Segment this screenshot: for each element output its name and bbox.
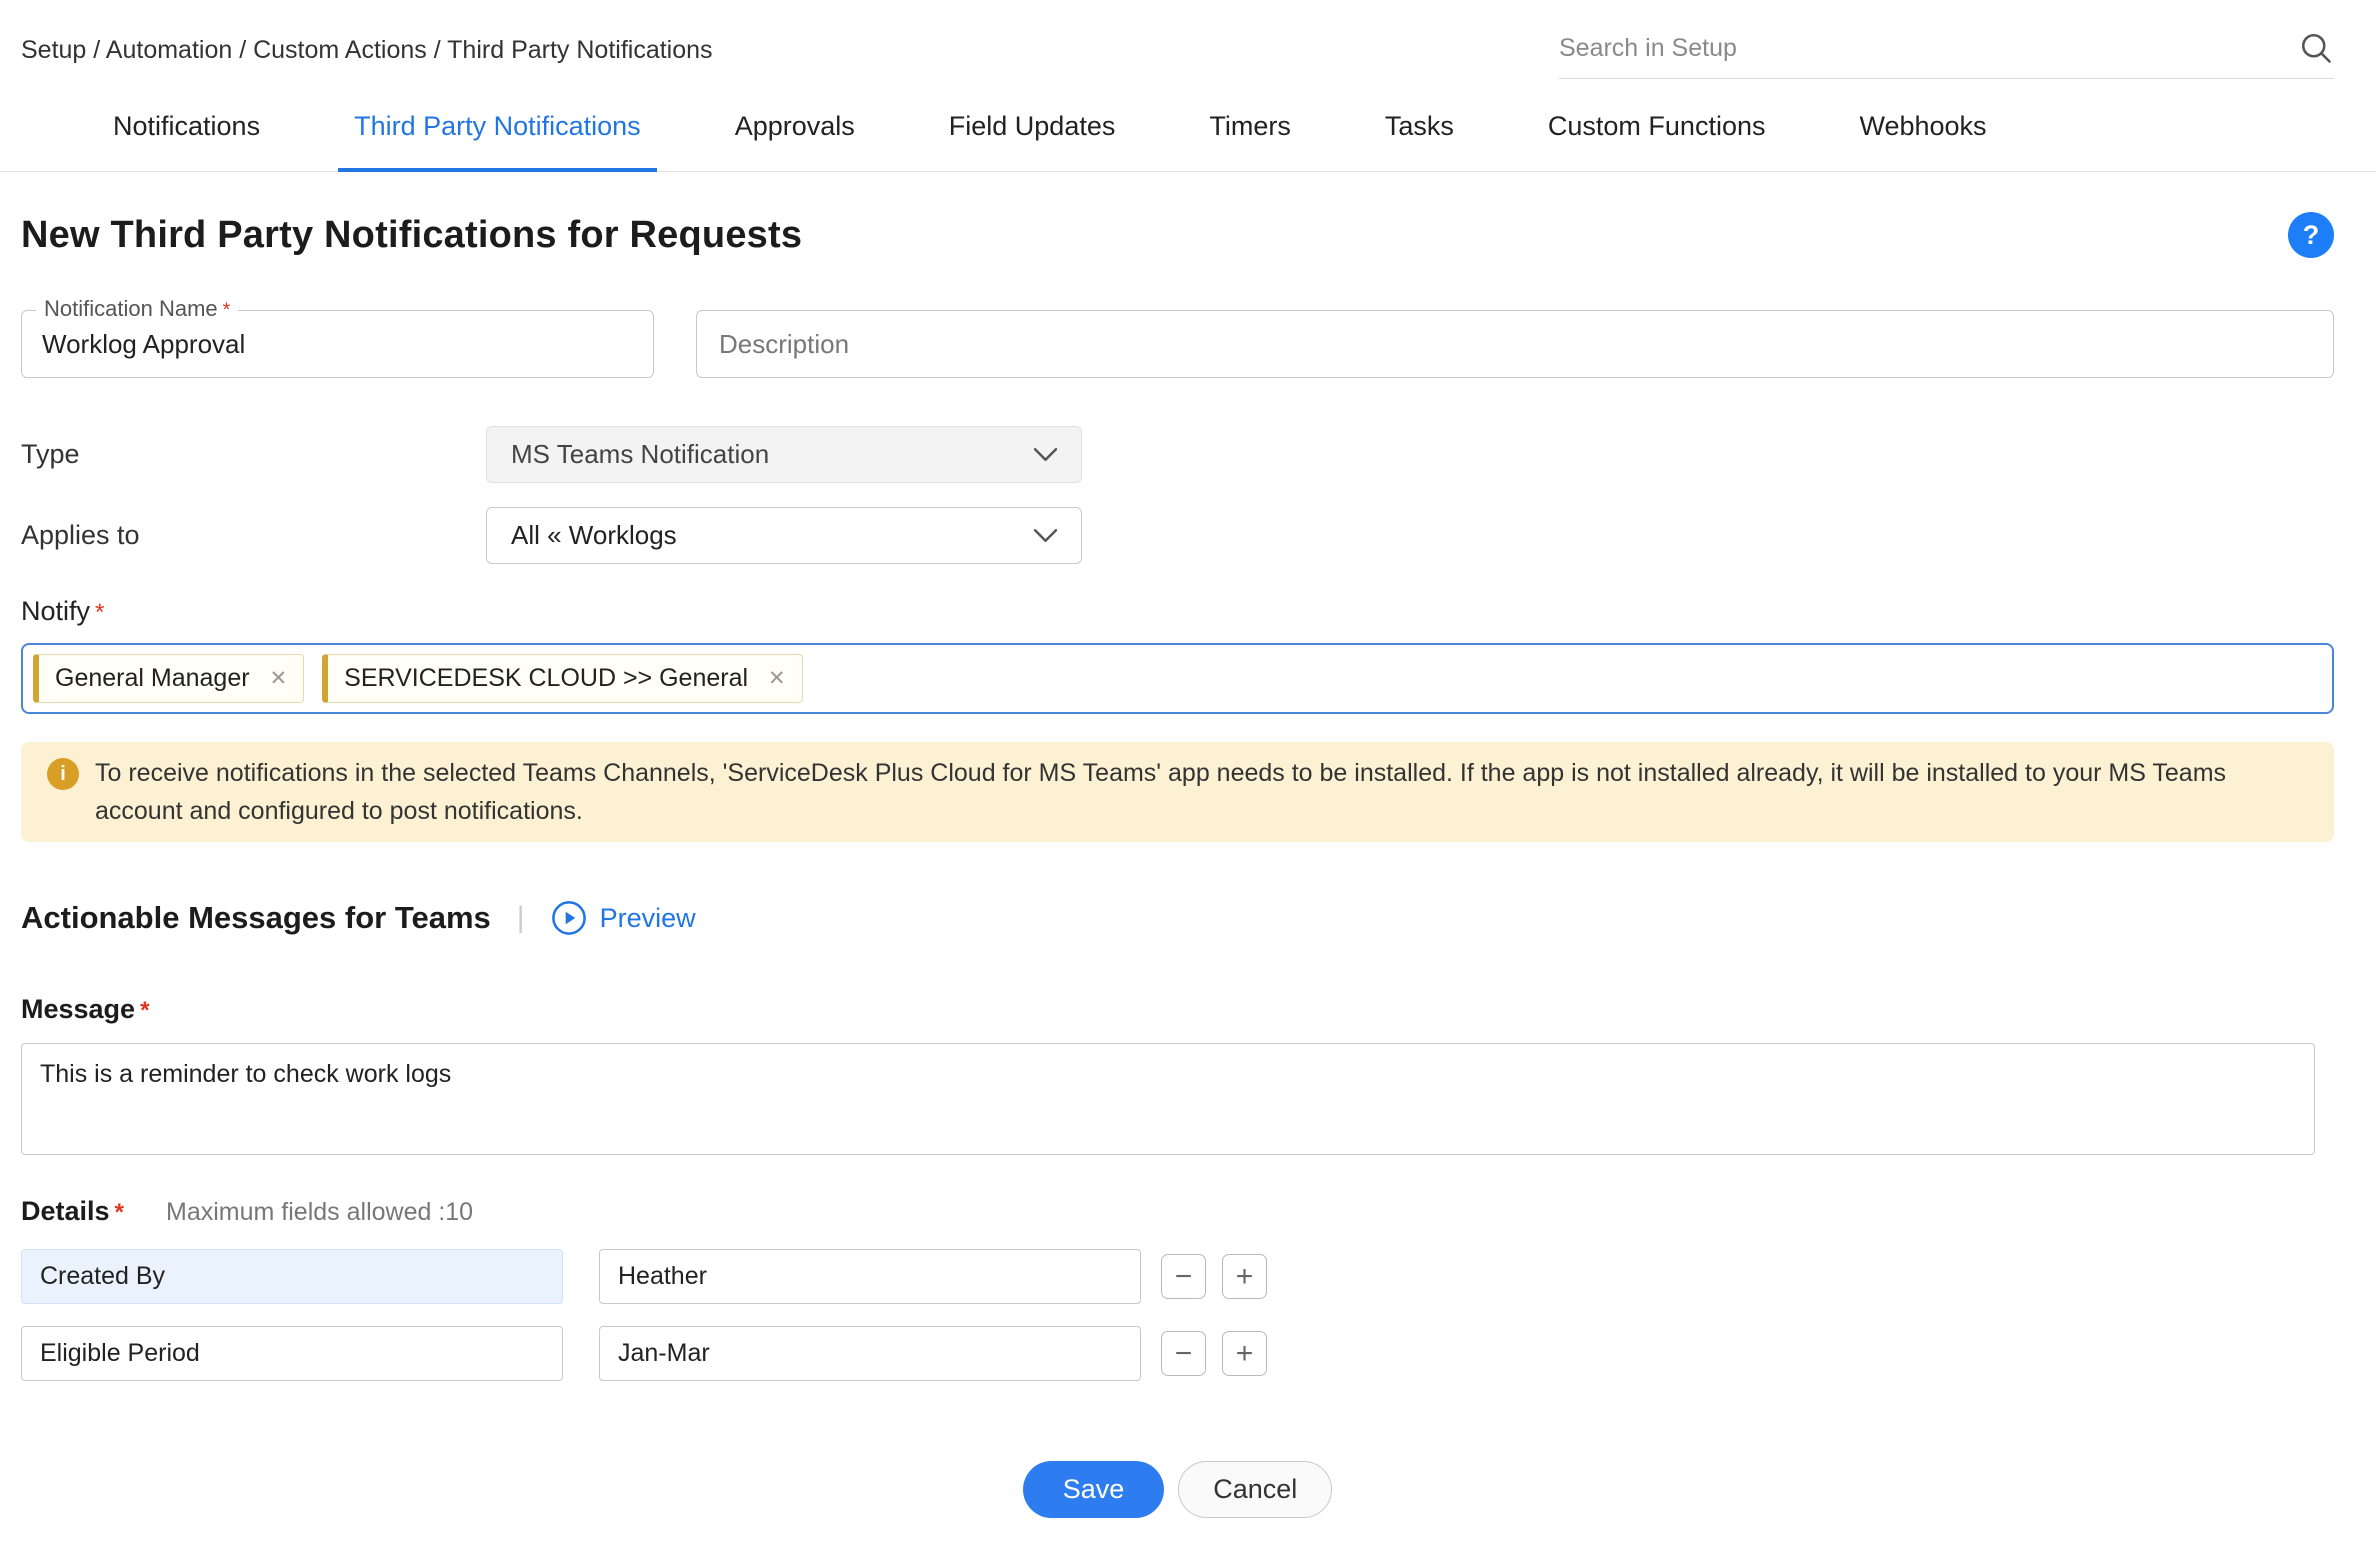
actionable-messages-section: Actionable Messages for Teams | Preview bbox=[21, 900, 2334, 936]
detail-row: − + bbox=[21, 1249, 2334, 1304]
name-description-row: Notification Name* bbox=[21, 310, 2334, 378]
breadcrumb[interactable]: Setup / Automation / Custom Actions / Th… bbox=[21, 36, 713, 79]
info-icon: i bbox=[47, 758, 79, 790]
detail-field-input[interactable] bbox=[21, 1326, 563, 1381]
notify-label: Notify* bbox=[21, 596, 2334, 627]
top-bar: Setup / Automation / Custom Actions / Th… bbox=[0, 0, 2376, 79]
notification-name-field: Notification Name* bbox=[21, 310, 654, 378]
tab-tasks[interactable]: Tasks bbox=[1369, 111, 1470, 171]
description-field bbox=[696, 310, 2334, 378]
notify-multiselect[interactable]: General Manager ✕ SERVICEDESK CLOUD >> G… bbox=[21, 643, 2334, 714]
detail-value-input[interactable] bbox=[599, 1326, 1141, 1381]
chip-remove-icon[interactable]: ✕ bbox=[768, 666, 786, 691]
tab-third-party-notifications[interactable]: Third Party Notifications bbox=[338, 111, 657, 172]
detail-value-input[interactable] bbox=[599, 1249, 1141, 1304]
setup-search[interactable] bbox=[1559, 30, 2334, 79]
search-input[interactable] bbox=[1559, 34, 2298, 63]
play-icon bbox=[551, 900, 587, 936]
type-label: Type bbox=[21, 439, 486, 470]
required-asterisk: * bbox=[115, 1199, 124, 1226]
tab-timers[interactable]: Timers bbox=[1193, 111, 1307, 171]
tab-bar: Notifications Third Party Notifications … bbox=[0, 111, 2376, 172]
help-icon[interactable]: ? bbox=[2288, 212, 2334, 258]
tab-custom-functions[interactable]: Custom Functions bbox=[1532, 111, 1782, 171]
applies-to-row: Applies to All « Worklogs bbox=[21, 507, 2334, 564]
ms-teams-info-banner: i To receive notifications in the select… bbox=[21, 742, 2334, 842]
details-label: Details* bbox=[21, 1196, 124, 1227]
select-section: Type MS Teams Notification Applies to Al… bbox=[21, 426, 2334, 564]
form-actions: Save Cancel bbox=[21, 1461, 2334, 1564]
preview-button[interactable]: Preview bbox=[551, 900, 696, 936]
applies-to-label: Applies to bbox=[21, 520, 486, 551]
chip-remove-icon[interactable]: ✕ bbox=[270, 666, 288, 691]
chip-label: SERVICEDESK CLOUD >> General bbox=[344, 664, 748, 693]
chevron-down-icon bbox=[1034, 529, 1057, 543]
type-value: MS Teams Notification bbox=[511, 439, 769, 470]
applies-to-dropdown[interactable]: All « Worklogs bbox=[486, 507, 1082, 564]
notify-chip: General Manager ✕ bbox=[33, 654, 304, 703]
tab-approvals[interactable]: Approvals bbox=[719, 111, 871, 171]
message-label: Message* bbox=[21, 994, 2334, 1025]
tab-notifications[interactable]: Notifications bbox=[97, 111, 276, 171]
add-field-button[interactable]: + bbox=[1222, 1331, 1267, 1376]
details-header: Details* Maximum fields allowed :10 bbox=[21, 1196, 2334, 1227]
save-button[interactable]: Save bbox=[1023, 1461, 1165, 1518]
main-content: New Third Party Notifications for Reques… bbox=[0, 212, 2376, 1564]
add-field-button[interactable]: + bbox=[1222, 1254, 1267, 1299]
title-row: New Third Party Notifications for Reques… bbox=[21, 212, 2334, 258]
preview-label: Preview bbox=[600, 903, 696, 934]
required-asterisk: * bbox=[140, 997, 149, 1024]
search-icon[interactable] bbox=[2298, 30, 2334, 66]
tab-field-updates[interactable]: Field Updates bbox=[933, 111, 1132, 171]
cancel-button[interactable]: Cancel bbox=[1178, 1461, 1332, 1518]
required-asterisk: * bbox=[223, 299, 231, 321]
description-input[interactable] bbox=[697, 311, 2333, 377]
notify-chip: SERVICEDESK CLOUD >> General ✕ bbox=[322, 654, 802, 703]
details-hint: Maximum fields allowed :10 bbox=[166, 1198, 473, 1227]
message-textarea[interactable]: This is a reminder to check work logs bbox=[21, 1043, 2315, 1155]
chevron-down-icon bbox=[1034, 448, 1057, 462]
banner-text: To receive notifications in the selected… bbox=[95, 754, 2308, 830]
remove-field-button[interactable]: − bbox=[1161, 1254, 1206, 1299]
notification-name-label: Notification Name* bbox=[36, 296, 238, 322]
detail-field-input[interactable] bbox=[21, 1249, 563, 1304]
tab-webhooks[interactable]: Webhooks bbox=[1843, 111, 2002, 171]
chip-label: General Manager bbox=[55, 664, 250, 693]
remove-field-button[interactable]: − bbox=[1161, 1331, 1206, 1376]
page-title: New Third Party Notifications for Reques… bbox=[21, 214, 802, 257]
type-row: Type MS Teams Notification bbox=[21, 426, 2334, 483]
required-asterisk: * bbox=[95, 599, 104, 626]
section-title: Actionable Messages for Teams bbox=[21, 900, 491, 936]
divider: | bbox=[517, 901, 525, 935]
type-dropdown[interactable]: MS Teams Notification bbox=[486, 426, 1082, 483]
detail-row: − + bbox=[21, 1326, 2334, 1381]
applies-to-value: All « Worklogs bbox=[511, 520, 677, 551]
